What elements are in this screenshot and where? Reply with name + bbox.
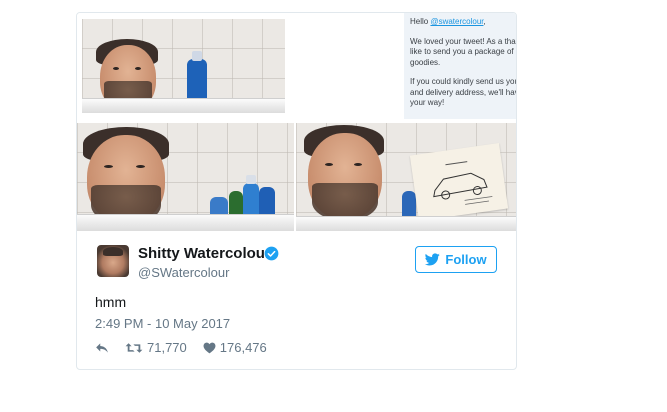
dm-greeting-end: , bbox=[483, 17, 486, 26]
reply-button[interactable] bbox=[95, 342, 109, 354]
tweet-text: hmm bbox=[95, 294, 127, 310]
follow-label: Follow bbox=[445, 252, 487, 267]
like-count: 176,476 bbox=[219, 340, 267, 355]
dm-paragraph-1: We loved your tweet! As a thanks, we'd l… bbox=[410, 36, 516, 67]
author-avatar[interactable] bbox=[97, 245, 129, 277]
tweet-actions: 71,770 176,476 bbox=[95, 340, 267, 355]
retweet-button[interactable]: 71,770 bbox=[125, 340, 187, 355]
reply-icon bbox=[96, 342, 108, 353]
tweet-card: Hello @swatercolour, We loved your tweet… bbox=[76, 12, 517, 370]
tweet-timestamp[interactable]: 2:49 PM - 10 May 2017 bbox=[95, 316, 230, 331]
drawing-paper bbox=[409, 143, 509, 221]
photo-bottom-right[interactable] bbox=[296, 123, 516, 231]
like-button[interactable]: 176,476 bbox=[203, 340, 267, 355]
dm-greeting: Hello bbox=[410, 17, 431, 26]
car-sketch-icon bbox=[433, 161, 493, 205]
dm-paragraph-2: If you could kindly send us your name an… bbox=[410, 77, 516, 107]
verified-badge-icon bbox=[264, 246, 279, 261]
twitter-bird-icon bbox=[425, 253, 441, 266]
heart-icon bbox=[203, 342, 216, 353]
photo-top-left[interactable] bbox=[82, 19, 285, 113]
author-name[interactable]: Shitty Watercolour bbox=[138, 245, 271, 262]
retweet-icon bbox=[125, 342, 143, 353]
retweet-count: 71,770 bbox=[147, 340, 187, 355]
tweet-media-grid[interactable]: Hello @swatercolour, We loved your tweet… bbox=[77, 13, 516, 231]
dm-mention: @swatercolour bbox=[430, 17, 484, 26]
direct-message-screenshot: Hello @swatercolour, We loved your tweet… bbox=[404, 13, 516, 119]
author-handle[interactable]: @SWatercolour bbox=[138, 265, 229, 280]
photo-bottom-left[interactable] bbox=[77, 123, 294, 231]
follow-button[interactable]: Follow bbox=[415, 246, 497, 273]
